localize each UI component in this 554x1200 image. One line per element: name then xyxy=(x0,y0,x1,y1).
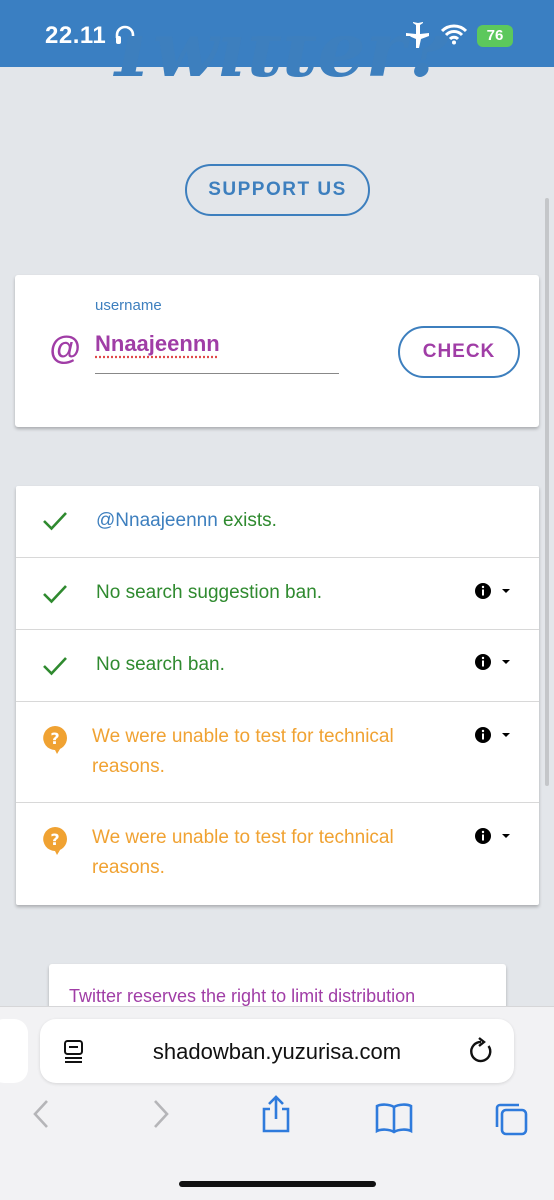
result-text-exists: exists. xyxy=(217,510,277,531)
result-text: No search suggestion ban. xyxy=(96,582,323,603)
back-icon[interactable] xyxy=(30,1098,52,1135)
question-icon: ? xyxy=(42,725,68,760)
info-toggle[interactable] xyxy=(474,653,514,676)
svg-text:?: ? xyxy=(50,729,59,748)
result-row-exists: @Nnaajeennn exists. xyxy=(16,486,539,558)
disclaimer-text: Twitter reserves the right to limit dist… xyxy=(69,986,416,1006)
check-icon xyxy=(42,583,68,610)
address-bar[interactable]: shadowban.yuzurisa.com xyxy=(40,1019,514,1083)
result-row-search-suggestion[interactable]: No search suggestion ban. xyxy=(16,558,539,630)
at-icon: @ xyxy=(49,330,81,366)
check-icon xyxy=(42,655,68,682)
check-button[interactable]: CHECK xyxy=(398,326,520,378)
reload-icon[interactable] xyxy=(468,1037,494,1070)
result-row-reply-deboosting[interactable]: ? We were unable to test for technical re… xyxy=(16,803,539,905)
info-toggle[interactable] xyxy=(474,827,514,850)
hero-title: Twitter? xyxy=(104,36,451,94)
page-scrollbar[interactable] xyxy=(545,198,549,786)
url-text: shadowban.yuzurisa.com xyxy=(152,1039,402,1064)
share-icon[interactable] xyxy=(260,1094,292,1139)
result-text: @Nnaajeennn exists. xyxy=(96,506,277,536)
check-icon xyxy=(42,510,68,537)
username-label: username xyxy=(95,297,162,314)
username-underline xyxy=(95,373,339,374)
forward-icon[interactable] xyxy=(150,1098,172,1135)
previous-tab-peek[interactable] xyxy=(0,1019,28,1083)
question-icon: ? xyxy=(42,826,68,861)
result-row-search-ban[interactable]: No search ban. xyxy=(16,630,539,702)
result-handle: @Nnaajeennn xyxy=(96,510,218,531)
tabs-icon[interactable] xyxy=(493,1101,529,1142)
info-toggle[interactable] xyxy=(474,582,514,605)
result-text: We were unable to test for technical reas… xyxy=(92,827,394,878)
username-card: @ username Nnaajeennn CHECK xyxy=(15,275,539,427)
svg-text:?: ? xyxy=(50,830,59,849)
info-toggle[interactable] xyxy=(474,726,514,749)
username-input[interactable]: Nnaajeennn xyxy=(95,331,220,357)
home-indicator xyxy=(179,1181,376,1187)
support-us-button[interactable]: SUPPORT US xyxy=(185,164,370,216)
result-text: We were unable to test for technical reas… xyxy=(92,726,394,777)
result-text: No search ban. xyxy=(96,654,225,675)
results-card: @Nnaajeennn exists. No search suggestion… xyxy=(16,486,539,905)
result-row-ghost-ban[interactable]: ? We were unable to test for technical re… xyxy=(16,702,539,803)
bookmarks-icon[interactable] xyxy=(375,1102,413,1139)
